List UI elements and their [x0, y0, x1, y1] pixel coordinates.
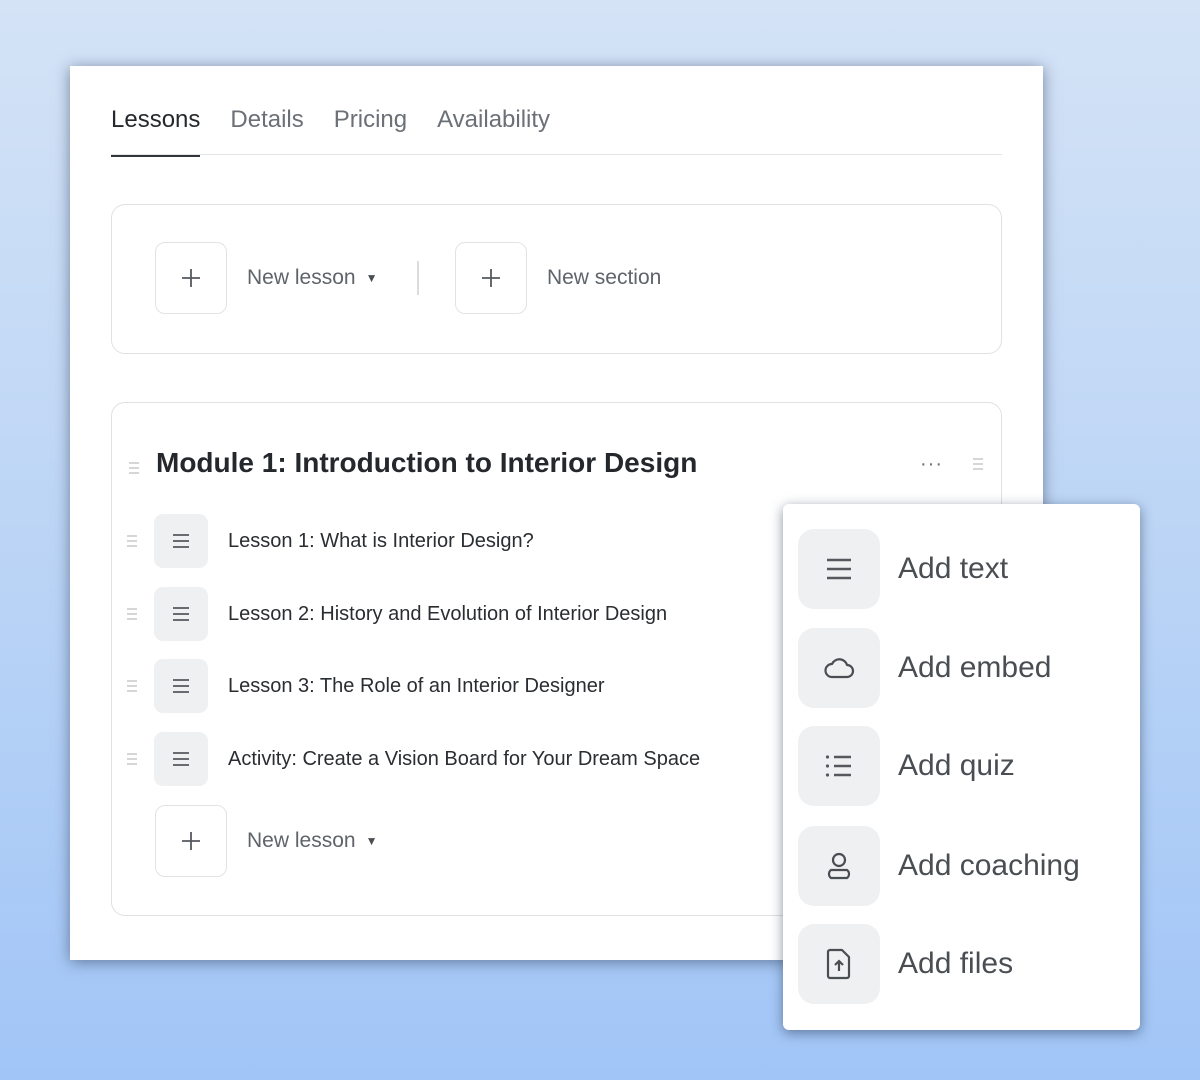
tab-pricing[interactable]: Pricing: [334, 102, 407, 155]
module-new-lesson-dropdown[interactable]: New lesson ▼: [247, 829, 377, 853]
tab-lessons[interactable]: Lessons: [111, 102, 201, 157]
menu-item-add-quiz[interactable]: Add quiz: [798, 726, 1015, 806]
drag-handle-icon[interactable]: [126, 534, 138, 548]
module-title[interactable]: Module 1: Introduction to Interior Desig…: [156, 447, 697, 479]
menu-item-label: Add coaching: [898, 849, 1080, 882]
text-lines-icon: [798, 529, 880, 609]
lesson-title: Activity: Create a Vision Board for Your…: [228, 747, 701, 770]
new-lesson-dropdown[interactable]: New lesson ▼: [247, 266, 377, 290]
person-icon: [798, 826, 880, 906]
menu-item-add-text[interactable]: Add text: [798, 529, 1008, 609]
menu-item-label: Add quiz: [898, 749, 1015, 782]
more-options-button[interactable]: ···: [920, 453, 943, 476]
plus-icon: [182, 832, 200, 850]
lesson-title: Lesson 2: History and Evolution of Inter…: [228, 602, 668, 625]
text-lines-icon: [154, 659, 208, 713]
tab-availability[interactable]: Availability: [437, 102, 550, 155]
lesson-row[interactable]: Activity: Create a Vision Board for Your…: [126, 731, 700, 787]
lesson-title: Lesson 1: What is Interior Design?: [228, 529, 534, 552]
tab-details[interactable]: Details: [230, 102, 303, 155]
plus-icon: [481, 269, 500, 287]
toolbar-divider: [417, 261, 419, 295]
add-content-menu: Add text Add embed Add quiz Add coaching…: [783, 504, 1140, 1030]
menu-item-label: Add text: [898, 552, 1009, 585]
file-upload-icon: [798, 924, 880, 1004]
lesson-row[interactable]: Lesson 3: The Role of an Interior Design…: [126, 658, 605, 714]
drag-handle-icon[interactable]: [126, 607, 138, 621]
drag-handle-icon[interactable]: [972, 457, 984, 471]
add-content-toolbar: New lesson ▼ New section: [111, 204, 1002, 354]
drag-handle-icon[interactable]: [128, 461, 140, 475]
caret-down-icon: ▼: [365, 834, 378, 848]
lesson-row[interactable]: Lesson 1: What is Interior Design?: [126, 513, 534, 569]
menu-item-add-coaching[interactable]: Add coaching: [798, 826, 1080, 906]
drag-handle-icon[interactable]: [126, 752, 138, 766]
cloud-icon: [798, 628, 880, 708]
list-icon: [798, 726, 880, 806]
module-new-lesson: New lesson ▼: [155, 805, 377, 877]
new-section-plus-button[interactable]: [454, 242, 527, 314]
new-lesson-label: New lesson: [247, 266, 356, 289]
text-lines-icon: [154, 514, 208, 568]
text-lines-icon: [154, 732, 208, 786]
new-lesson-label: New lesson: [247, 829, 356, 852]
new-lesson-plus-button[interactable]: [155, 242, 227, 314]
new-section-button[interactable]: New section: [547, 266, 661, 290]
menu-item-add-files[interactable]: Add files: [798, 924, 1013, 1004]
lesson-row[interactable]: Lesson 2: History and Evolution of Inter…: [126, 586, 667, 642]
lesson-title: Lesson 3: The Role of an Interior Design…: [228, 674, 605, 697]
menu-item-label: Add embed: [898, 651, 1052, 684]
caret-down-icon: ▼: [365, 271, 378, 285]
text-lines-icon: [154, 587, 208, 641]
drag-handle-icon[interactable]: [126, 679, 138, 693]
menu-item-label: Add files: [898, 947, 1014, 980]
plus-icon: [182, 269, 200, 287]
tab-bar: Lessons Details Pricing Availability: [111, 102, 1002, 157]
module-new-lesson-plus-button[interactable]: [155, 805, 227, 877]
menu-item-add-embed[interactable]: Add embed: [798, 628, 1051, 708]
